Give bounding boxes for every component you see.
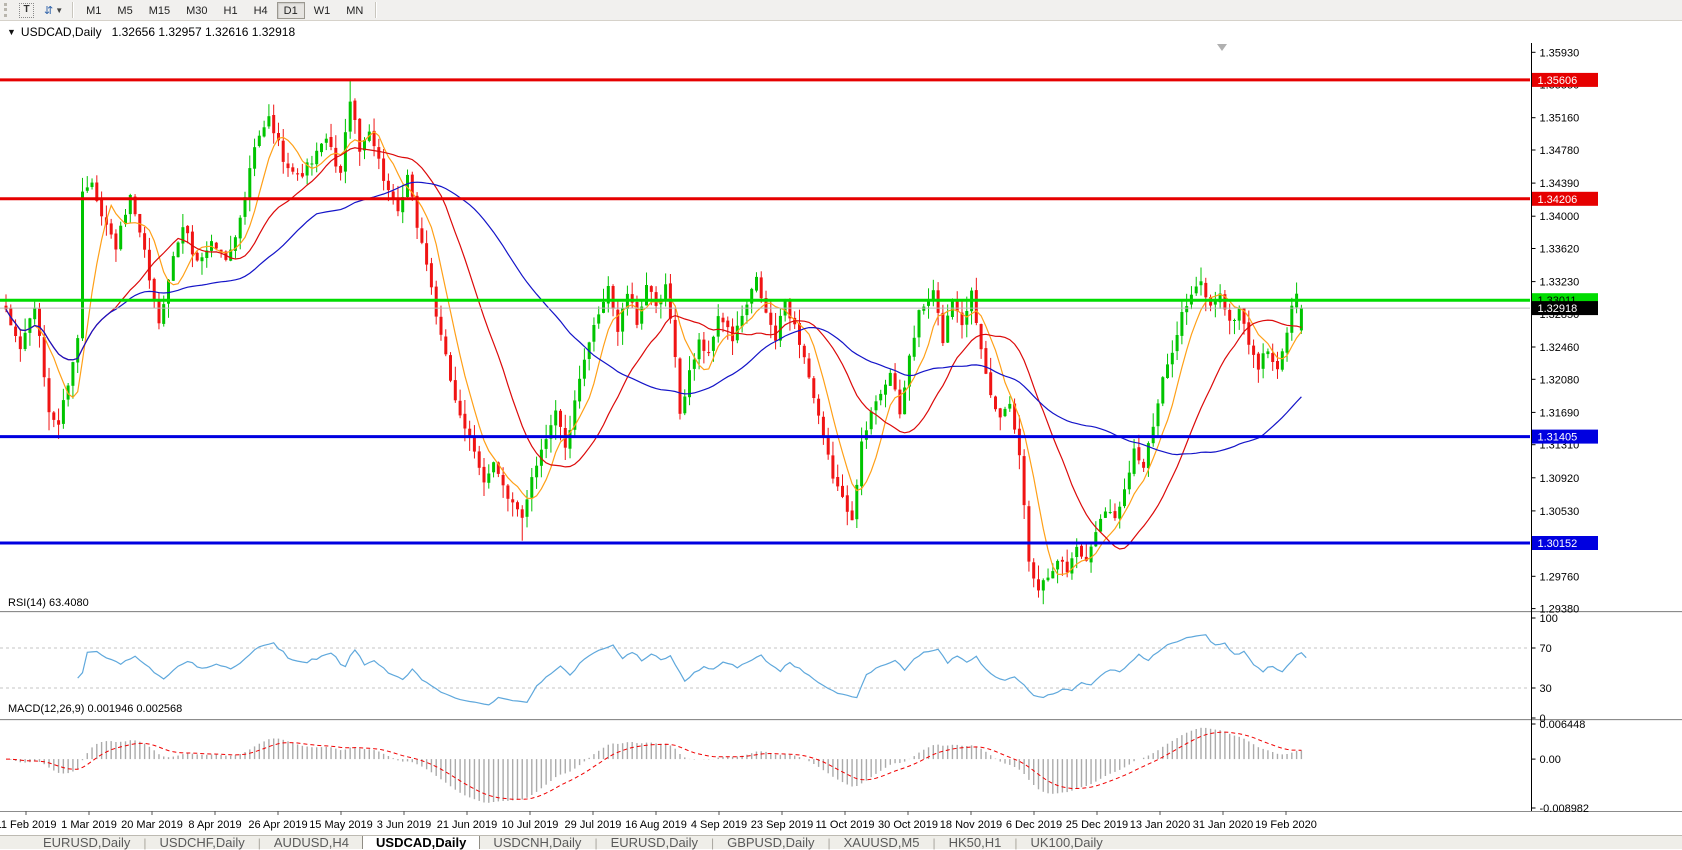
svg-text:6 Dec 2019: 6 Dec 2019 (1006, 819, 1062, 831)
svg-text:1.33620: 1.33620 (1540, 244, 1580, 256)
svg-text:30 Oct 2019: 30 Oct 2019 (878, 819, 938, 831)
tab-xauusd-m5[interactable]: XAUUSD,M5 (831, 835, 933, 850)
top-toolbar: T ⇵ ▼ M1 M5 M15 M30 H1 H4 D1 W1 MN (0, 0, 1682, 21)
svg-text:1.30530: 1.30530 (1540, 506, 1580, 518)
svg-text:70: 70 (1540, 643, 1552, 655)
svg-text:13 Jan 2020: 13 Jan 2020 (1130, 819, 1191, 831)
svg-text:100: 100 (1540, 613, 1558, 625)
chart-symbol-period: USDCAD,Daily (20, 25, 102, 39)
svg-text:4 Sep 2019: 4 Sep 2019 (691, 819, 747, 831)
svg-text:3 Jun 2019: 3 Jun 2019 (377, 819, 431, 831)
text-tool-button[interactable]: T (15, 1, 38, 19)
tab-usdcnh-daily[interactable]: USDCNH,Daily (480, 835, 594, 850)
svg-text:16 Aug 2019: 16 Aug 2019 (625, 819, 687, 831)
svg-text:8 Apr 2019: 8 Apr 2019 (188, 819, 241, 831)
svg-text:11 Oct 2019: 11 Oct 2019 (815, 819, 874, 831)
timeframe-button-M1[interactable]: M1 (79, 2, 108, 19)
svg-text:1.34390: 1.34390 (1540, 178, 1580, 190)
timeframe-button-H4[interactable]: H4 (247, 2, 275, 19)
timeframe-button-group: M1 M5 M15 M30 H1 H4 D1 W1 MN (78, 1, 371, 20)
toolbar-grip[interactable] (4, 3, 10, 17)
svg-text:20 Mar 2019: 20 Mar 2019 (121, 819, 183, 831)
arrange-arrows-icon: ⇵ (44, 4, 54, 17)
tab-usdchf-daily[interactable]: USDCHF,Daily (147, 835, 258, 850)
svg-text:1.33230: 1.33230 (1540, 277, 1580, 289)
timeframe-button-M5[interactable]: M5 (110, 2, 139, 19)
svg-text:1.32460: 1.32460 (1540, 342, 1580, 354)
svg-text:29 Jul 2019: 29 Jul 2019 (565, 819, 622, 831)
tab-eurusd-daily[interactable]: EURUSD,Daily (598, 835, 711, 850)
timeframe-button-M30[interactable]: M30 (179, 2, 214, 19)
svg-text:1.35160: 1.35160 (1540, 113, 1580, 125)
arrange-windows-button[interactable]: ⇵ ▼ (40, 1, 67, 19)
svg-text:19 Feb 2020: 19 Feb 2020 (1255, 819, 1317, 831)
toolbar-separator (72, 2, 75, 18)
svg-text:1.31690: 1.31690 (1540, 407, 1580, 419)
svg-text:1 Mar 2019: 1 Mar 2019 (61, 819, 117, 831)
svg-text:1.34780: 1.34780 (1540, 145, 1580, 157)
chart-tabs: EURUSD,Daily | USDCHF,Daily | AUDUSD,H4 USDCA… (30, 835, 1116, 850)
rsi-indicator-label: RSI(14) 63.4080 (8, 597, 89, 609)
svg-text:26 Apr 2019: 26 Apr 2019 (248, 819, 307, 831)
svg-text:30: 30 (1540, 683, 1552, 695)
svg-text:1.30920: 1.30920 (1540, 473, 1580, 485)
symbol-dropdown-icon[interactable]: ▼ (7, 27, 16, 37)
timeframe-button-H1[interactable]: H1 (217, 2, 245, 19)
svg-text:1.30152: 1.30152 (1538, 538, 1578, 550)
svg-text:1.34000: 1.34000 (1540, 211, 1580, 223)
text-tool-icon: T (19, 2, 34, 18)
timeframe-button-D1[interactable]: D1 (276, 2, 305, 20)
svg-text:31 Jan 2020: 31 Jan 2020 (1193, 819, 1254, 831)
tab-gbpusd-daily[interactable]: GBPUSD,Daily (714, 835, 827, 850)
svg-text:1.32080: 1.32080 (1540, 374, 1580, 386)
mt4-window: T ⇵ ▼ M1M5M15M30H1H4D1W1MN 1.359301.3555… (0, 0, 1682, 850)
svg-text:1.31405: 1.31405 (1538, 432, 1578, 444)
svg-text:15 May 2019: 15 May 2019 (309, 819, 373, 831)
svg-text:1.32918: 1.32918 (1538, 303, 1578, 315)
tab-audusd-h4[interactable]: AUDUSD,H4 (261, 835, 362, 850)
tab-uk100-daily[interactable]: UK100,Daily (1018, 835, 1116, 850)
svg-text:-0.008982: -0.008982 (1540, 803, 1590, 815)
chart-ohlc-values: 1.32656 1.32957 1.32616 1.32918 (111, 25, 296, 39)
tab-eurusd-daily[interactable]: EURUSD,Daily (30, 835, 143, 850)
svg-text:0.006448: 0.006448 (1540, 719, 1586, 731)
chart-background[interactable] (0, 21, 1682, 835)
svg-text:1.34206: 1.34206 (1538, 194, 1578, 206)
timeframe-button-M15[interactable]: M15 (142, 2, 177, 19)
svg-text:25 Dec 2019: 25 Dec 2019 (1066, 819, 1128, 831)
chart-tab-bar: EURUSD,Daily | USDCHF,Daily | AUDUSD,H4 USDCA… (0, 835, 1682, 850)
svg-text:1.35606: 1.35606 (1538, 75, 1578, 87)
svg-text:11 Feb 2019: 11 Feb 2019 (0, 819, 56, 831)
svg-text:0.00: 0.00 (1540, 754, 1561, 766)
svg-text:23 Sep 2019: 23 Sep 2019 (751, 819, 813, 831)
timeframe-button-W1[interactable]: W1 (307, 2, 338, 19)
svg-text:18 Nov 2019: 18 Nov 2019 (940, 819, 1002, 831)
svg-text:1.35930: 1.35930 (1540, 47, 1580, 59)
svg-text:1.29760: 1.29760 (1540, 571, 1580, 583)
svg-text:10 Jul 2019: 10 Jul 2019 (502, 819, 559, 831)
macd-indicator-label: MACD(12,26,9) 0.001946 0.002568 (8, 703, 183, 715)
toolbar-separator (375, 2, 378, 18)
dropdown-caret-icon: ▼ (55, 5, 64, 15)
timeframe-button-MN[interactable]: MN (339, 2, 370, 19)
chart-title: ▼ USDCAD,Daily 1.32656 1.32957 1.32616 1… (7, 25, 295, 39)
chart-canvas[interactable]: 1.359301.355501.351601.347801.343901.340… (0, 21, 1682, 835)
tab-usdcad-daily[interactable]: USDCAD,Daily (362, 835, 481, 850)
svg-text:21 Jun 2019: 21 Jun 2019 (437, 819, 498, 831)
tab-hk50-h1[interactable]: HK50,H1 (936, 835, 1015, 850)
